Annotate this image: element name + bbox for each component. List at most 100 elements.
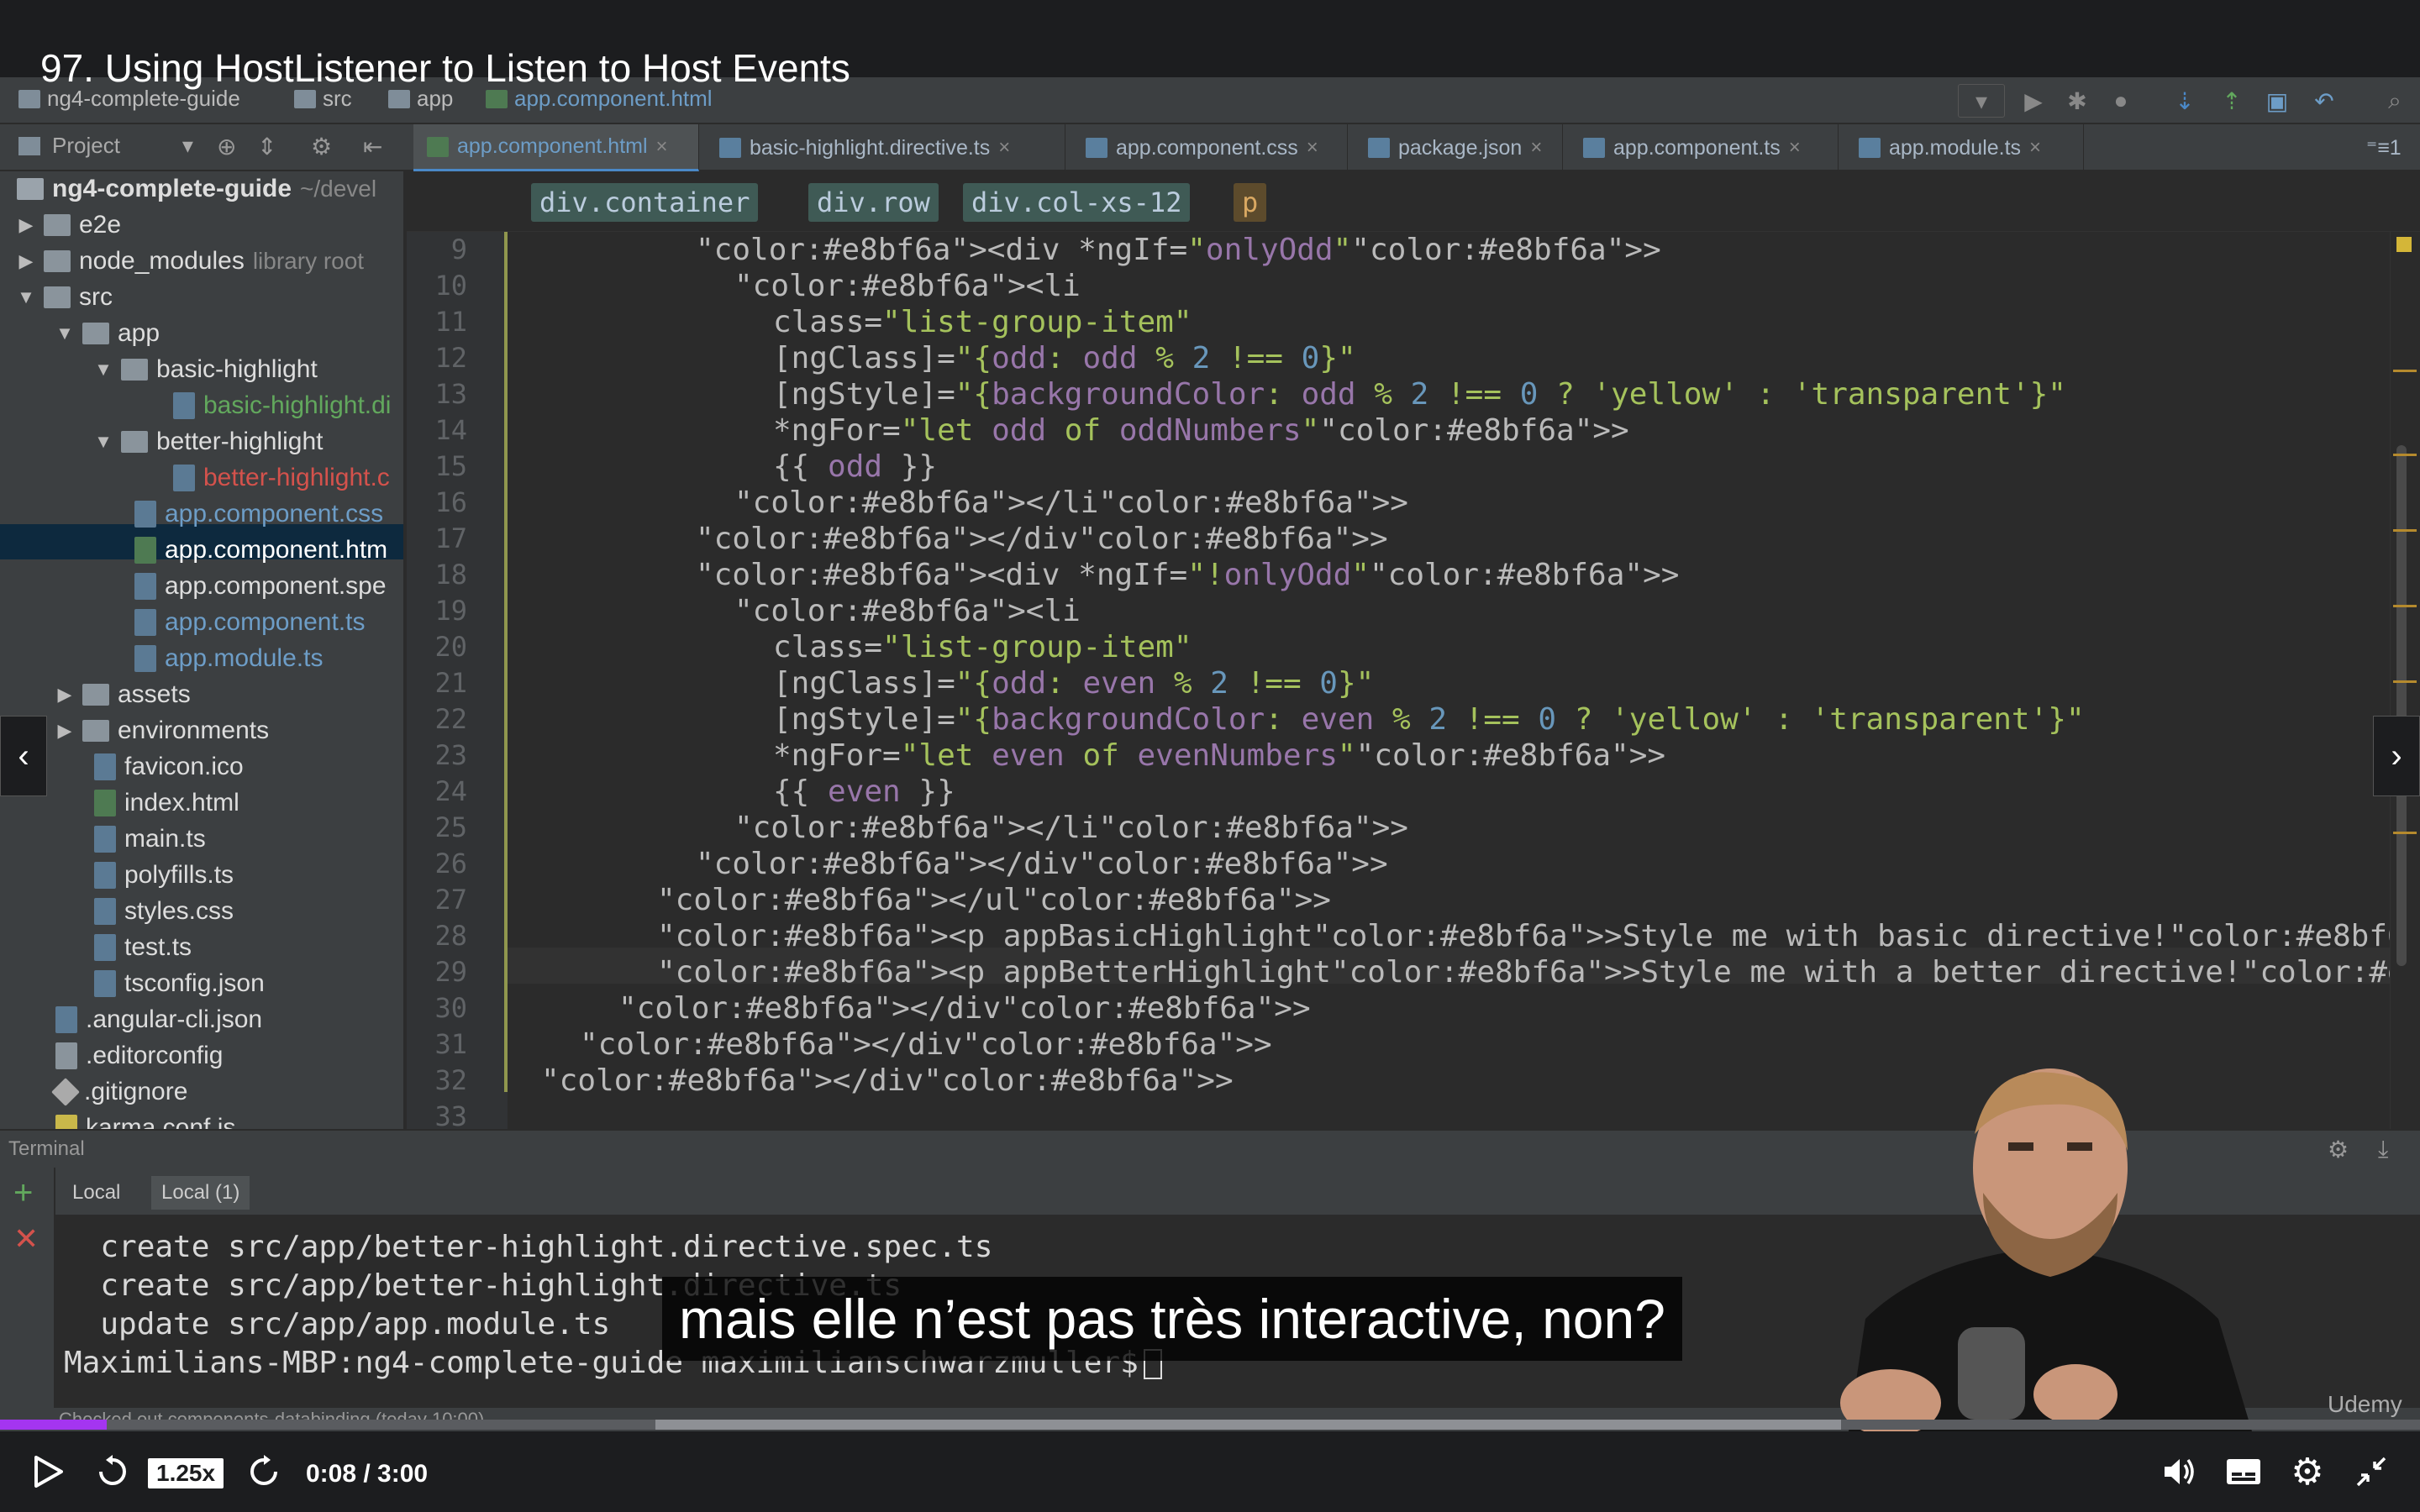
tree-item-src[interactable]: ▼ src <box>17 280 113 315</box>
code-line[interactable]: class="list-group-item" <box>773 629 1192 665</box>
play-button[interactable] <box>27 1450 71 1494</box>
editor-crumb-row[interactable]: div.row <box>808 183 939 222</box>
hide-panel-icon[interactable]: ⇤ <box>363 133 382 160</box>
tab-app-component-html[interactable]: app.component.html × <box>413 124 699 171</box>
editor-crumb-col[interactable]: div.col-xs-12 <box>963 183 1191 222</box>
code-line[interactable]: "color:#e8bf6a"><p appBasicHighlight"col… <box>657 918 2420 954</box>
code-line[interactable]: class="list-group-item" <box>773 304 1192 340</box>
run-config-dropdown[interactable]: ▾ <box>1958 84 2005 118</box>
tree-root[interactable]: ng4-complete-guide ~/devel <box>17 171 376 207</box>
code-line[interactable]: "color:#e8bf6a"></div"color:#e8bf6a">> <box>580 1026 1272 1063</box>
revert-icon[interactable]: ↶ <box>2307 84 2341 118</box>
tab-app-component-css[interactable]: app.component.css × <box>1072 124 1348 171</box>
debug-icon[interactable]: ✱ <box>2060 84 2094 118</box>
editor-scrollbar-thumb[interactable] <box>2396 445 2407 966</box>
gear-icon[interactable]: ⚙ <box>311 133 332 160</box>
code-line[interactable]: "color:#e8bf6a"><div *ngIf="onlyOdd""col… <box>696 232 1661 268</box>
code-line[interactable]: "color:#e8bf6a"><li <box>734 593 1081 629</box>
code-line[interactable]: "color:#e8bf6a"></li"color:#e8bf6a">> <box>734 810 1408 846</box>
tree-item-main-ts[interactable]: main.ts <box>94 822 206 857</box>
stop-icon[interactable]: ● <box>2104 84 2138 118</box>
tree-item-node-modules[interactable]: ▶ node_modules library root <box>17 244 365 279</box>
close-icon[interactable]: × <box>998 136 1010 160</box>
close-icon[interactable]: × <box>2029 136 2041 160</box>
tree-item-index-html[interactable]: index.html <box>94 785 239 821</box>
code-line[interactable]: {{ even }} <box>773 774 955 810</box>
code-line[interactable]: "color:#e8bf6a"><li <box>734 268 1081 304</box>
video-progress-bar[interactable] <box>0 1420 2420 1430</box>
close-icon[interactable]: × <box>1307 136 1318 160</box>
code-line[interactable]: [ngClass]="{odd: odd % 2 !== 0}" <box>773 340 1356 376</box>
rewind-button[interactable] <box>91 1450 134 1494</box>
vcs-update-icon[interactable]: ⇣ <box>2168 84 2202 118</box>
tree-item-environments[interactable]: ▶ environments <box>55 713 270 748</box>
tree-item-app-component-spec[interactable]: app.component.spe <box>134 569 387 604</box>
sync-icon[interactable]: ⊕ <box>217 133 236 160</box>
tree-item-angular-cli[interactable]: .angular-cli.json <box>55 1002 262 1037</box>
tree-item-gitignore[interactable]: .gitignore <box>51 1074 187 1110</box>
tree-item-app-module-ts[interactable]: app.module.ts <box>134 641 323 676</box>
tree-item-polyfills-ts[interactable]: polyfills.ts <box>94 858 234 893</box>
tree-item-app-component-css[interactable]: app.component.css <box>134 496 383 532</box>
tree-item-better-highlight-directive[interactable]: better-highlight.c <box>173 460 390 496</box>
tree-item-app-component-html[interactable]: app.component.htm <box>134 533 387 568</box>
hide-panel-icon[interactable]: ⤓ <box>2378 1136 2388 1163</box>
tab-package-json[interactable]: package.json × <box>1355 124 1563 171</box>
code-line[interactable]: "color:#e8bf6a"></li"color:#e8bf6a">> <box>734 485 1408 521</box>
code-line[interactable]: "color:#e8bf6a"><p appBetterHighlight"co… <box>657 954 2420 990</box>
chevron-right-icon[interactable]: ▶ <box>17 214 35 236</box>
editor-crumb-p[interactable]: p <box>1234 183 1267 222</box>
tree-item-assets[interactable]: ▶ assets <box>55 677 191 712</box>
project-view-selector[interactable]: Project ▾ <box>18 133 193 159</box>
tree-item-karma-conf[interactable]: karma.conf.js <box>55 1110 235 1129</box>
tree-item-better-highlight[interactable]: ▼ better-highlight <box>94 424 323 459</box>
tab-basic-highlight-directive[interactable]: basic-highlight.directive.ts × <box>706 124 1065 171</box>
video-frame[interactable]: ng4-complete-guide src app app.component… <box>0 0 2420 1431</box>
volume-button[interactable] <box>2156 1450 2203 1494</box>
search-everywhere-icon[interactable]: ⌕ <box>2378 84 2412 118</box>
chevron-down-icon[interactable]: ▼ <box>55 323 74 344</box>
code-line[interactable]: [ngStyle]="{backgroundColor: odd % 2 !==… <box>773 376 2066 412</box>
previous-lecture-button[interactable]: ‹ <box>0 716 47 796</box>
captions-button[interactable] <box>2220 1450 2267 1494</box>
code-line[interactable]: {{ odd }} <box>773 449 937 485</box>
chevron-down-icon[interactable]: ▼ <box>94 431 113 453</box>
tab-app-module-ts[interactable]: app.module.ts × <box>1845 124 2084 171</box>
chevron-down-icon[interactable]: ▼ <box>17 286 35 308</box>
code-line[interactable]: "color:#e8bf6a"></div"color:#e8bf6a">> <box>541 1063 1234 1099</box>
code-line[interactable]: "color:#e8bf6a"></div"color:#e8bf6a">> <box>618 990 1311 1026</box>
code-line[interactable]: [ngStyle]="{backgroundColor: even % 2 !=… <box>773 701 2085 738</box>
forward-button[interactable] <box>242 1450 286 1494</box>
chevron-right-icon[interactable]: ▶ <box>17 250 35 272</box>
tab-app-component-ts[interactable]: app.component.ts × <box>1570 124 1839 171</box>
tree-item-favicon[interactable]: favicon.ico <box>94 749 244 785</box>
close-icon[interactable]: × <box>1530 136 1542 160</box>
vcs-history-icon[interactable]: ▣ <box>2260 84 2294 118</box>
tree-item-test-ts[interactable]: test.ts <box>94 930 192 965</box>
close-icon[interactable]: × <box>656 135 668 159</box>
code-line[interactable]: [ngClass]="{odd: even % 2 !== 0}" <box>773 665 1374 701</box>
tree-item-styles-css[interactable]: styles.css <box>94 894 234 929</box>
editor-crumb-container[interactable]: div.container <box>531 183 759 222</box>
tree-item-app-component-ts[interactable]: app.component.ts <box>134 605 366 640</box>
code-line[interactable]: *ngFor="let odd of oddNumbers""color:#e8… <box>773 412 1629 449</box>
chevron-right-icon[interactable]: ▶ <box>55 684 74 706</box>
chevron-down-icon[interactable]: ▼ <box>94 359 113 381</box>
code-line[interactable]: "color:#e8bf6a"></div"color:#e8bf6a">> <box>696 521 1388 557</box>
add-terminal-icon[interactable]: + <box>13 1174 33 1212</box>
close-icon[interactable]: × <box>1789 136 1801 160</box>
next-lecture-button[interactable]: › <box>2373 716 2420 796</box>
vcs-commit-icon[interactable]: ⇡ <box>2215 84 2249 118</box>
tree-item-e2e[interactable]: ▶ e2e <box>17 207 122 243</box>
code-line[interactable]: "color:#e8bf6a"><div *ngIf="!onlyOdd""co… <box>696 557 1679 593</box>
tree-item-app[interactable]: ▼ app <box>55 316 160 351</box>
tabs-overflow[interactable]: ⁼≡1 <box>2353 124 2420 171</box>
terminal-tab-local-1[interactable]: Local (1) <box>151 1176 250 1210</box>
collapse-icon[interactable]: ⇕ <box>257 133 276 160</box>
code-line[interactable]: "color:#e8bf6a"></ul"color:#e8bf6a">> <box>657 882 1331 918</box>
tree-item-basic-highlight[interactable]: ▼ basic-highlight <box>94 352 318 387</box>
code-line[interactable]: "color:#e8bf6a"></div"color:#e8bf6a">> <box>696 846 1388 882</box>
chevron-right-icon[interactable]: ▶ <box>55 720 74 742</box>
exit-fullscreen-button[interactable] <box>2348 1450 2395 1494</box>
close-terminal-icon[interactable]: ✕ <box>13 1221 39 1257</box>
